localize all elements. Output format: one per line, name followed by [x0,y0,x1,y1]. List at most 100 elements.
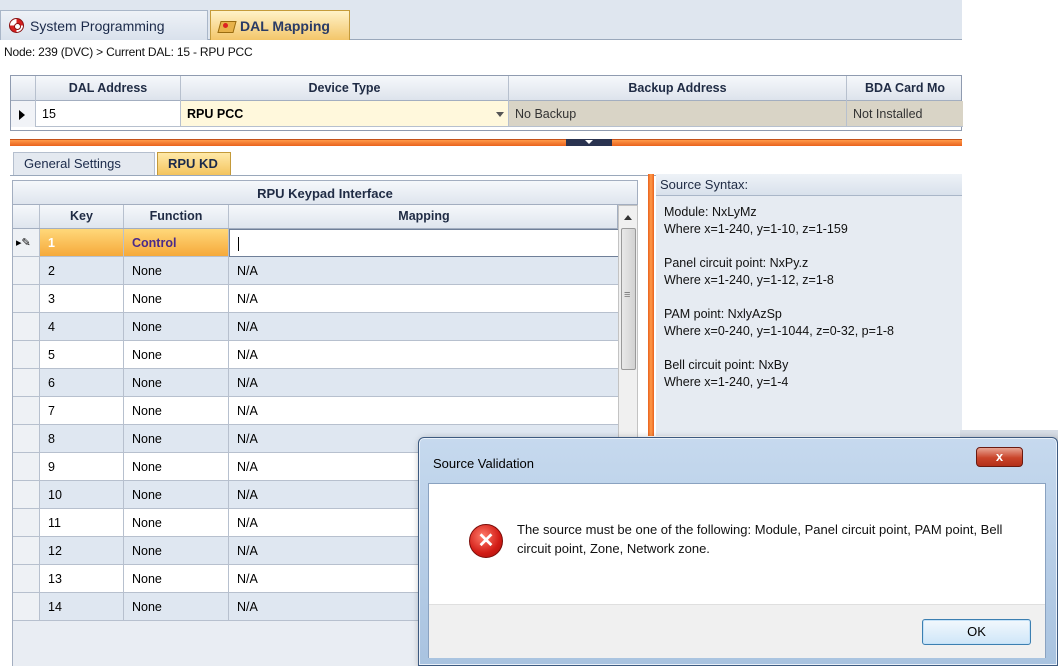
row-selector[interactable] [13,425,40,453]
key-cell[interactable]: 2 [40,257,124,285]
row-selector[interactable] [13,593,40,621]
mapping-cell[interactable]: N/A [229,257,618,285]
row-selector[interactable]: ▸✎ [13,229,40,257]
key-cell[interactable]: 11 [40,509,124,537]
table-row[interactable]: 5 None N/A [13,341,618,369]
function-cell[interactable]: None [124,481,229,509]
key-cell[interactable]: 6 [40,369,124,397]
key-cell[interactable]: 8 [40,425,124,453]
breadcrumb: Node: 239 (DVC) > Current DAL: 15 - RPU … [4,45,253,59]
key-cell[interactable]: 14 [40,593,124,621]
key-cell[interactable]: 10 [40,481,124,509]
backup-address-cell[interactable]: No Backup [509,101,847,127]
function-cell[interactable]: Control [124,229,229,257]
syntax-bell-circuit: Bell circuit point: NxBy Where x=1-240, … [664,357,954,391]
function-cell[interactable]: None [124,313,229,341]
header-backup-address[interactable]: Backup Address [509,76,847,101]
function-cell[interactable]: None [124,285,229,313]
row-selector[interactable] [13,509,40,537]
close-button[interactable]: x [976,447,1023,467]
syntax-range: Where x=1-240, y=1-4 [664,375,789,389]
mapping-cell[interactable]: N/A [229,285,618,313]
mapping-cell[interactable]: N/A [229,397,618,425]
scroll-up-icon[interactable] [624,215,632,220]
key-cell[interactable]: 9 [40,453,124,481]
header-device-type[interactable]: Device Type [181,76,509,101]
device-type-select[interactable]: RPU PCC [181,101,509,127]
ok-button[interactable]: OK [922,619,1031,645]
key-cell[interactable]: 7 [40,397,124,425]
splitter-bar[interactable] [10,139,962,146]
header-key[interactable]: Key [40,205,124,228]
syntax-module: Module: NxLyMz Where x=1-240, y=1-10, z=… [664,204,954,238]
device-type-value: RPU PCC [187,107,244,121]
row-selector[interactable] [13,453,40,481]
header-bda-card[interactable]: BDA Card Mo [847,76,963,101]
function-cell[interactable]: None [124,369,229,397]
function-cell[interactable]: None [124,537,229,565]
source-validation-dialog: Source Validation x ✕ The source must be… [418,437,1058,666]
row-selector[interactable] [13,369,40,397]
edit-pencil-icon: ▸✎ [16,237,31,249]
table-row[interactable]: 3 None N/A [13,285,618,313]
tab-rpu-kd[interactable]: RPU KD [157,152,231,176]
row-selector[interactable] [13,313,40,341]
source-syntax-panel: Module: NxLyMz Where x=1-240, y=1-10, z=… [656,196,962,436]
header-function[interactable]: Function [124,205,229,228]
function-cell[interactable]: None [124,509,229,537]
header-selector [13,205,40,228]
side-splitter[interactable] [648,174,654,436]
tab-system-programming[interactable]: System Programming [0,10,208,40]
key-cell[interactable]: 4 [40,313,124,341]
tab-label: DAL Mapping [240,17,330,34]
mapping-cell[interactable]: N/A [229,369,618,397]
syntax-name: Bell circuit point: NxBy [664,358,789,372]
tab-general-settings[interactable]: General Settings [13,152,155,176]
table-row[interactable]: 4 None N/A [13,313,618,341]
function-cell[interactable]: None [124,593,229,621]
row-selector[interactable] [13,341,40,369]
chevron-down-icon[interactable] [496,112,504,117]
table-row[interactable]: 2 None N/A [13,257,618,285]
key-cell[interactable]: 5 [40,341,124,369]
splitter-toggle[interactable] [566,139,612,146]
row-selector[interactable] [13,537,40,565]
function-cell[interactable]: None [124,257,229,285]
key-cell[interactable]: 12 [40,537,124,565]
function-cell[interactable]: None [124,397,229,425]
table-row[interactable]: 7 None N/A [13,397,618,425]
dal-address-cell[interactable]: 15 [36,101,181,127]
row-selector[interactable] [13,397,40,425]
header-mapping[interactable]: Mapping [229,205,619,228]
table-row[interactable]: ▸✎ 1 Control [13,229,618,257]
top-tab-strip: System Programming DAL Mapping [0,0,962,40]
key-cell[interactable]: 1 [40,229,124,257]
mapping-input[interactable] [229,229,618,257]
row-selector[interactable] [13,257,40,285]
key-cell[interactable]: 3 [40,285,124,313]
tab-dal-mapping[interactable]: DAL Mapping [210,10,350,40]
function-cell[interactable]: None [124,565,229,593]
row-selector[interactable] [13,565,40,593]
header-selector [11,76,36,101]
dal-grid-header: DAL Address Device Type Backup Address B… [11,76,961,101]
syntax-panel-circuit: Panel circuit point: NxPy.z Where x=1-24… [664,255,954,289]
row-selector[interactable] [13,481,40,509]
dialog-content: ✕ The source must be one of the followin… [428,483,1046,658]
function-cell[interactable]: None [124,425,229,453]
keypad-header: Key Function Mapping [12,205,618,229]
mapping-cell[interactable]: N/A [229,341,618,369]
mapping-cell[interactable]: N/A [229,313,618,341]
dialog-title: Source Validation [433,456,534,471]
row-selector[interactable] [13,285,40,313]
table-row[interactable]: 6 None N/A [13,369,618,397]
function-cell[interactable]: None [124,341,229,369]
bda-card-cell[interactable]: Not Installed [847,101,963,127]
syntax-range: Where x=0-240, y=1-1044, z=0-32, p=1-8 [664,324,895,338]
key-cell[interactable]: 13 [40,565,124,593]
function-cell[interactable]: None [124,453,229,481]
scroll-thumb[interactable] [621,228,636,370]
table-row[interactable]: 15 RPU PCC No Backup Not Installed [11,101,963,127]
header-dal-address[interactable]: DAL Address [36,76,181,101]
syntax-range: Where x=1-240, y=1-10, z=1-159 [664,222,848,236]
